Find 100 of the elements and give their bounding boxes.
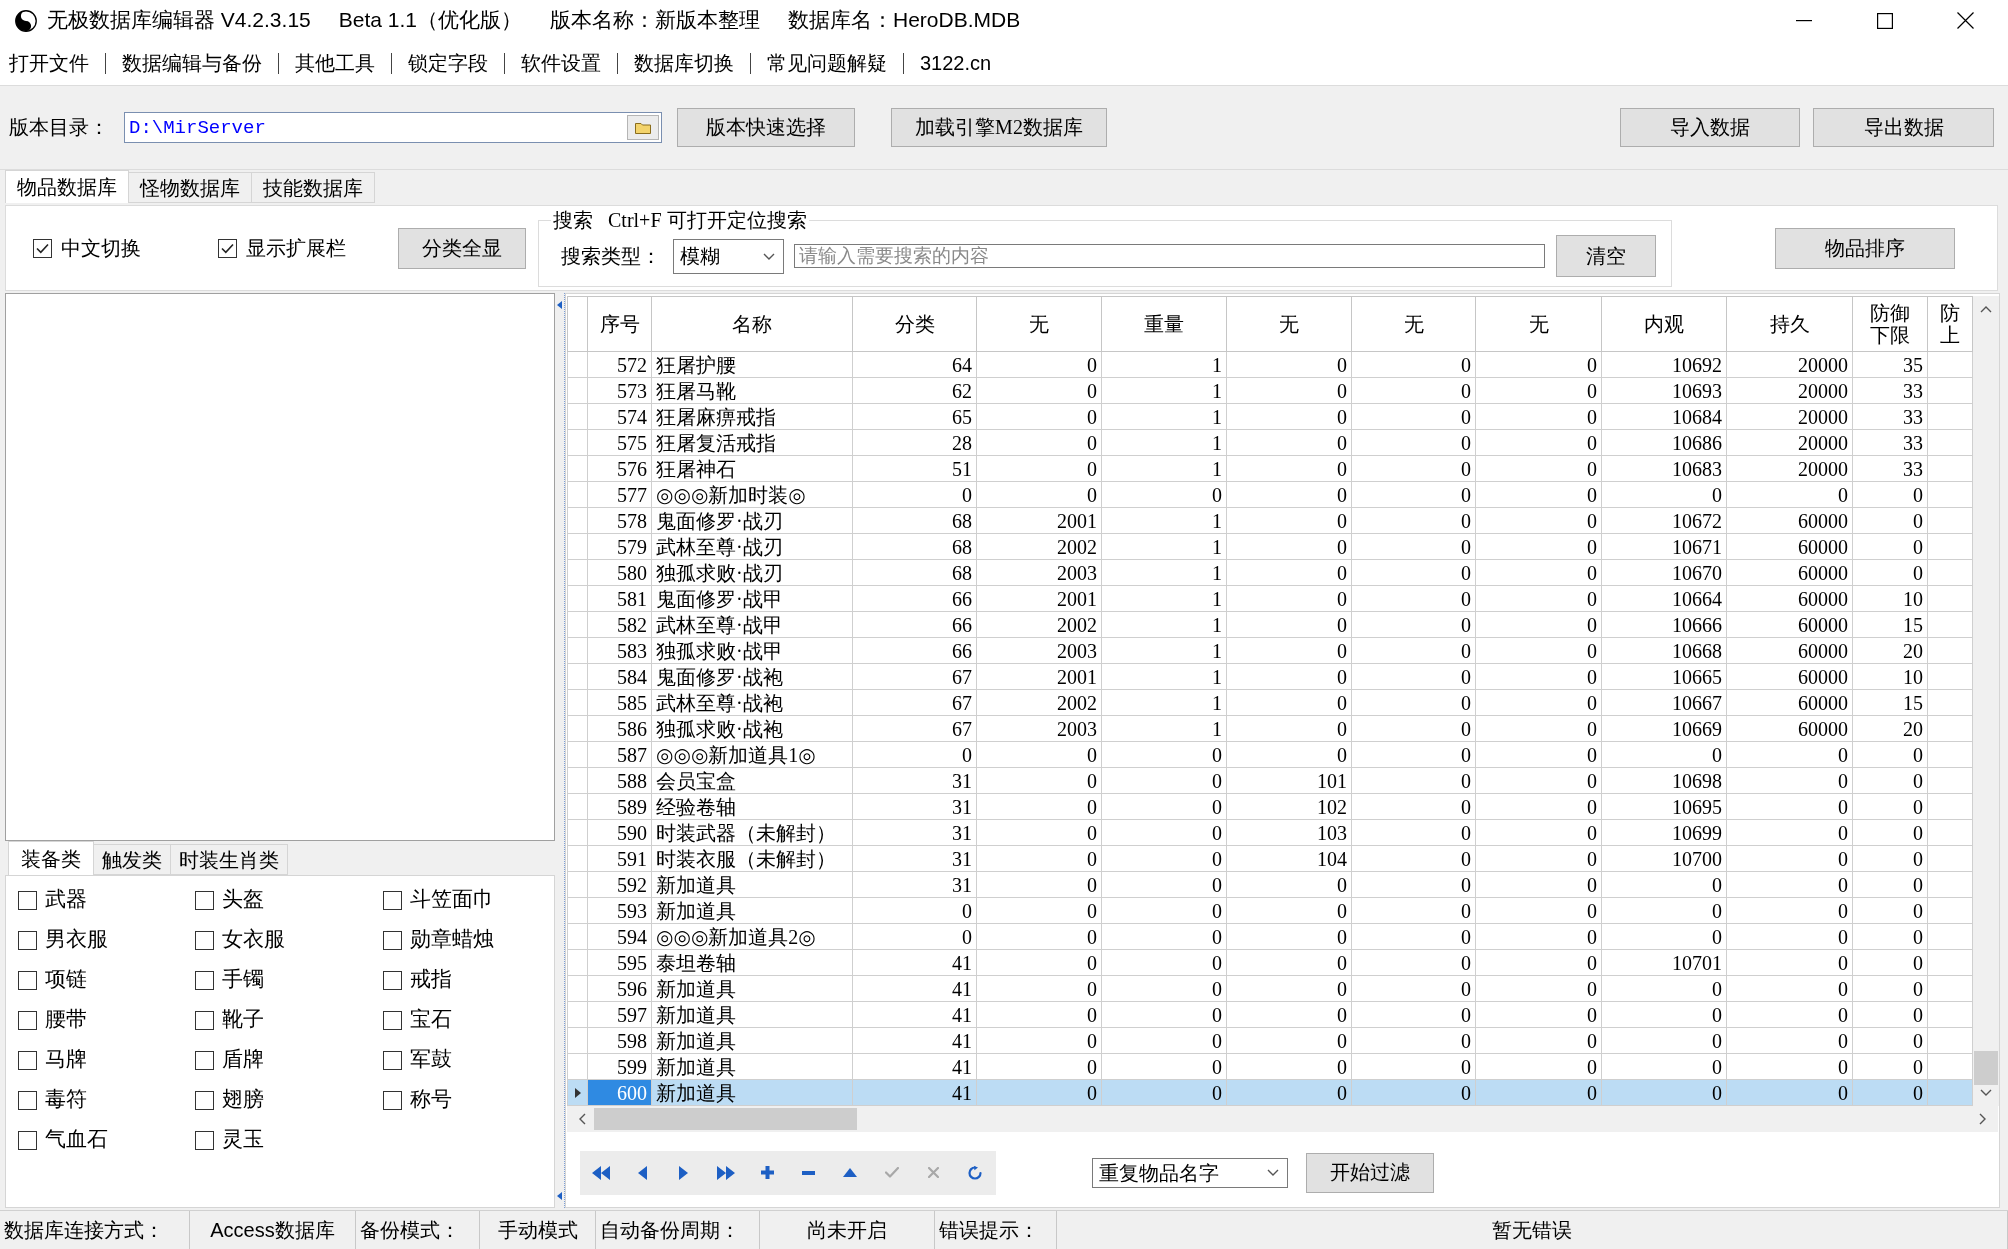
checkbox[interactable] (383, 1090, 402, 1110)
column-header[interactable]: 防御 下限 (1852, 296, 1928, 352)
table-row[interactable]: 594 ◎◎◎新加道具2◎ 0 0 0 0 0 0 0 0 0 (567, 923, 1973, 950)
search-field[interactable]: 请输入需要搜索的内容 (794, 244, 1545, 268)
column-header[interactable]: 无 (1351, 296, 1476, 352)
checkbox[interactable] (18, 1130, 37, 1150)
checkbox[interactable] (195, 1130, 214, 1150)
checkbox[interactable] (195, 890, 214, 910)
filter-button[interactable]: 开始过滤 (1306, 1152, 1434, 1193)
checkbox[interactable] (33, 238, 52, 258)
tab[interactable]: 怪物数据库 (128, 172, 252, 203)
table-row[interactable]: 575 狂屠复活戒指 28 0 1 0 0 0 10686 20000 33 (567, 429, 1973, 456)
checkbox[interactable] (195, 1090, 214, 1110)
table-row[interactable]: 592 新加道具 31 0 0 0 0 0 0 0 0 (567, 871, 1973, 898)
scrollbar-thumb[interactable] (1974, 1051, 1998, 1085)
column-header[interactable]: 防 上 (1927, 296, 1973, 352)
table-row[interactable]: 587 ◎◎◎新加道具1◎ 0 0 0 0 0 0 0 0 0 (567, 741, 1973, 768)
table-row[interactable]: 590 时装武器（未解封） 31 0 0 103 0 0 10699 0 0 (567, 819, 1973, 846)
checkbox[interactable] (195, 930, 214, 950)
table-row[interactable]: 584 鬼面修罗·战袍 67 2001 1 0 0 0 10665 60000 10 (567, 663, 1973, 690)
table-row[interactable]: 586 独孤求败·战袍 67 2003 1 0 0 0 10669 60000 20 (567, 715, 1973, 742)
checkbox[interactable] (383, 1050, 402, 1070)
table-row[interactable]: 597 新加道具 41 0 0 0 0 0 0 0 0 (567, 1001, 1973, 1028)
table-row[interactable]: 593 新加道具 0 0 0 0 0 0 0 0 0 (567, 897, 1973, 924)
checkbox[interactable] (18, 1090, 37, 1110)
table-row[interactable]: 589 经验卷轴 31 0 0 102 0 0 10695 0 0 (567, 793, 1973, 820)
table-row[interactable]: 578 鬼面修罗·战刃 68 2001 1 0 0 0 10672 60000 0 (567, 507, 1973, 534)
table-row[interactable]: 583 独孤求败·战甲 66 2003 1 0 0 0 10668 60000 20 (567, 637, 1973, 664)
checkbox[interactable] (195, 1050, 214, 1070)
clear-button[interactable]: 清空 (1556, 235, 1656, 277)
menu-item[interactable]: 其他工具 (295, 50, 375, 76)
column-header[interactable]: 无 (976, 296, 1102, 352)
column-header[interactable]: 重量 (1101, 296, 1227, 352)
chevron-right-icon[interactable] (1979, 1113, 1986, 1125)
tab[interactable]: 物品数据库 (5, 170, 129, 203)
menu-item[interactable]: 软件设置 (521, 50, 601, 76)
table-row[interactable]: 591 时装衣服（未解封） 31 0 0 104 0 0 10700 0 0 (567, 845, 1973, 872)
column-header[interactable]: 名称 (651, 296, 853, 352)
toolbar-button[interactable]: 导入数据 (1620, 108, 1800, 147)
column-header[interactable]: 无 (1475, 296, 1602, 352)
menu-item[interactable]: 3122.cn (920, 50, 992, 76)
tab[interactable]: 触发类 (93, 844, 171, 875)
table-row[interactable]: 600 新加道具 41 0 0 0 0 0 0 0 0 (567, 1079, 1973, 1106)
table-row[interactable]: 598 新加道具 41 0 0 0 0 0 0 0 0 (567, 1027, 1973, 1054)
path-field[interactable]: D:\MirServer (124, 112, 662, 143)
filter-select[interactable]: 重复物品名字 (1092, 1157, 1288, 1188)
tab[interactable]: 技能数据库 (251, 172, 375, 203)
search-type-select[interactable]: 模糊 (673, 238, 784, 274)
table-row[interactable]: 599 新加道具 41 0 0 0 0 0 0 0 0 (567, 1053, 1973, 1080)
menu-item[interactable]: 数据库切换 (634, 50, 734, 76)
checkbox[interactable] (18, 970, 37, 990)
column-header[interactable]: 持久 (1726, 296, 1853, 352)
checkbox[interactable] (195, 1010, 214, 1030)
column-header[interactable]: 序号 (587, 296, 652, 352)
column-header[interactable]: 无 (1226, 296, 1352, 352)
chevron-left-icon[interactable] (579, 1113, 586, 1125)
checkbox[interactable] (195, 970, 214, 990)
checkbox[interactable] (18, 1050, 37, 1070)
table-row[interactable]: 595 泰坦卷轴 41 0 0 0 0 0 10701 0 0 (567, 949, 1973, 976)
chevron-down-icon[interactable] (763, 252, 775, 260)
toolbar-button[interactable]: 加载引擎M2数据库 (891, 108, 1107, 147)
checkbox[interactable] (18, 1010, 37, 1030)
table-row[interactable]: 579 武林至尊·战刃 68 2002 1 0 0 0 10671 60000 0 (567, 533, 1973, 560)
tab[interactable]: 装备类 (8, 841, 94, 875)
menu-item[interactable]: 打开文件 (9, 50, 89, 76)
table-row[interactable]: 588 会员宝盒 31 0 0 101 0 0 10698 0 0 (567, 767, 1973, 794)
table-row[interactable]: 576 狂屠神石 51 0 1 0 0 0 10683 20000 33 (567, 455, 1973, 482)
toolbar-button[interactable]: 导出数据 (1813, 108, 1994, 147)
vertical-scrollbar[interactable] (1973, 296, 1999, 1106)
table-row[interactable]: 582 武林至尊·战甲 66 2002 1 0 0 0 10666 60000 15 (567, 611, 1973, 638)
chevron-down-icon[interactable] (1267, 1169, 1279, 1176)
menu-item[interactable]: 锁定字段 (408, 50, 488, 76)
chevron-up-icon[interactable] (1980, 306, 1992, 313)
checkbox[interactable] (383, 930, 402, 950)
checkbox[interactable] (383, 890, 402, 910)
checkbox[interactable] (218, 238, 237, 258)
checkbox[interactable] (18, 930, 37, 950)
tab[interactable]: 时装生肖类 (170, 844, 288, 875)
browse-button[interactable] (627, 115, 659, 140)
table-row[interactable]: 581 鬼面修罗·战甲 66 2001 1 0 0 0 10664 60000 10 (567, 585, 1973, 612)
table-row[interactable]: 572 狂屠护腰 64 0 1 0 0 0 10692 20000 35 (567, 351, 1973, 378)
column-header[interactable]: 分类 (852, 296, 977, 352)
table-row[interactable]: 596 新加道具 41 0 0 0 0 0 0 0 0 (567, 975, 1973, 1002)
checkbox[interactable] (383, 1010, 402, 1030)
checkbox[interactable] (383, 970, 402, 990)
sort-button[interactable]: 物品排序 (1775, 227, 1955, 269)
table-row[interactable]: 574 狂屠麻痹戒指 65 0 1 0 0 0 10684 20000 33 (567, 403, 1973, 430)
table-row[interactable]: 577 ◎◎◎新加时装◎ 0 0 0 0 0 0 0 0 0 (567, 481, 1973, 508)
table-row[interactable]: 585 武林至尊·战袍 67 2002 1 0 0 0 10667 60000 15 (567, 689, 1973, 716)
menu-item[interactable]: 常见问题解疑 (767, 50, 887, 76)
toolbar-button[interactable]: 版本快速选择 (677, 108, 855, 147)
horizontal-scrollbar[interactable] (567, 1106, 1998, 1132)
checkbox[interactable] (18, 890, 37, 910)
column-header[interactable]: 内观 (1601, 296, 1727, 352)
show-all-button[interactable]: 分类全显 (398, 227, 526, 269)
chevron-down-icon[interactable] (1980, 1089, 1992, 1096)
menu-item[interactable]: 数据编辑与备份 (122, 50, 262, 76)
table-row[interactable]: 580 独孤求败·战刃 68 2003 1 0 0 0 10670 60000 0 (567, 559, 1973, 586)
scrollbar-thumb[interactable] (594, 1108, 857, 1130)
table-row[interactable]: 573 狂屠马靴 62 0 1 0 0 0 10693 20000 33 (567, 377, 1973, 404)
